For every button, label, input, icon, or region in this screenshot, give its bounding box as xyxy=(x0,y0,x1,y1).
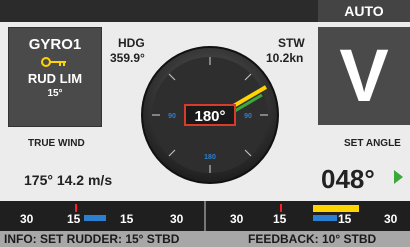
scale-label: 15 xyxy=(67,212,81,226)
scale-label: 30 xyxy=(170,212,184,226)
heading-dial: 90 90 180 180° xyxy=(141,46,279,184)
rudder-scale: 30 15 15 30 30 15 15 30 xyxy=(0,201,410,231)
true-wind-value: 175° 14.2 m/s xyxy=(24,172,113,188)
set-angle-value[interactable]: 048° xyxy=(321,164,375,195)
auto-mode-tab[interactable]: AUTO xyxy=(318,0,410,22)
dial-label-90-right: 90 xyxy=(244,113,252,120)
scale-label: 15 xyxy=(338,212,352,226)
speed-label: STW xyxy=(278,36,305,50)
key-icon xyxy=(41,57,66,67)
info-text: INFO: SET RUDDER: 15° STBD xyxy=(4,232,180,246)
scale-label: 30 xyxy=(384,212,398,226)
info-bar: INFO: SET RUDDER: 15° STBD FEEDBACK: 10°… xyxy=(0,231,410,247)
rudder-feedback-bar-left xyxy=(84,215,106,221)
autopilot-panel: AUTO GYRO1 RUD LIM 15° V HDG 359.9° STW … xyxy=(0,0,410,247)
rudder-feedback-bar-right xyxy=(313,215,337,221)
scale-label: 15 xyxy=(120,212,134,226)
scale-label: 30 xyxy=(230,212,244,226)
scale-label: 15 xyxy=(273,212,287,226)
gyro-selector[interactable]: GYRO1 RUD LIM 15° xyxy=(8,27,102,127)
increase-arrow-icon[interactable] xyxy=(394,170,403,184)
scale-label: 30 xyxy=(20,212,34,226)
set-heading-value: 180° xyxy=(194,108,225,125)
true-wind-label: TRUE WIND xyxy=(28,138,85,149)
dial-label-180: 180 xyxy=(204,154,216,161)
rudder-center-mark-left xyxy=(75,204,77,212)
feedback-text: FEEDBACK: 10° STBD xyxy=(248,232,377,246)
rudder-set-bar xyxy=(313,205,359,212)
rudder-limit-label: RUD LIM xyxy=(27,71,83,86)
rudder-limit-value: 15° xyxy=(47,88,63,99)
gyro-title: GYRO1 xyxy=(28,36,82,53)
mode-indicator[interactable]: V xyxy=(318,27,410,125)
dial-label-90-left: 90 xyxy=(168,113,176,120)
set-angle-label: SET ANGLE xyxy=(344,138,401,149)
rudder-center-mark-right xyxy=(280,204,282,212)
scale-divider xyxy=(204,201,206,231)
